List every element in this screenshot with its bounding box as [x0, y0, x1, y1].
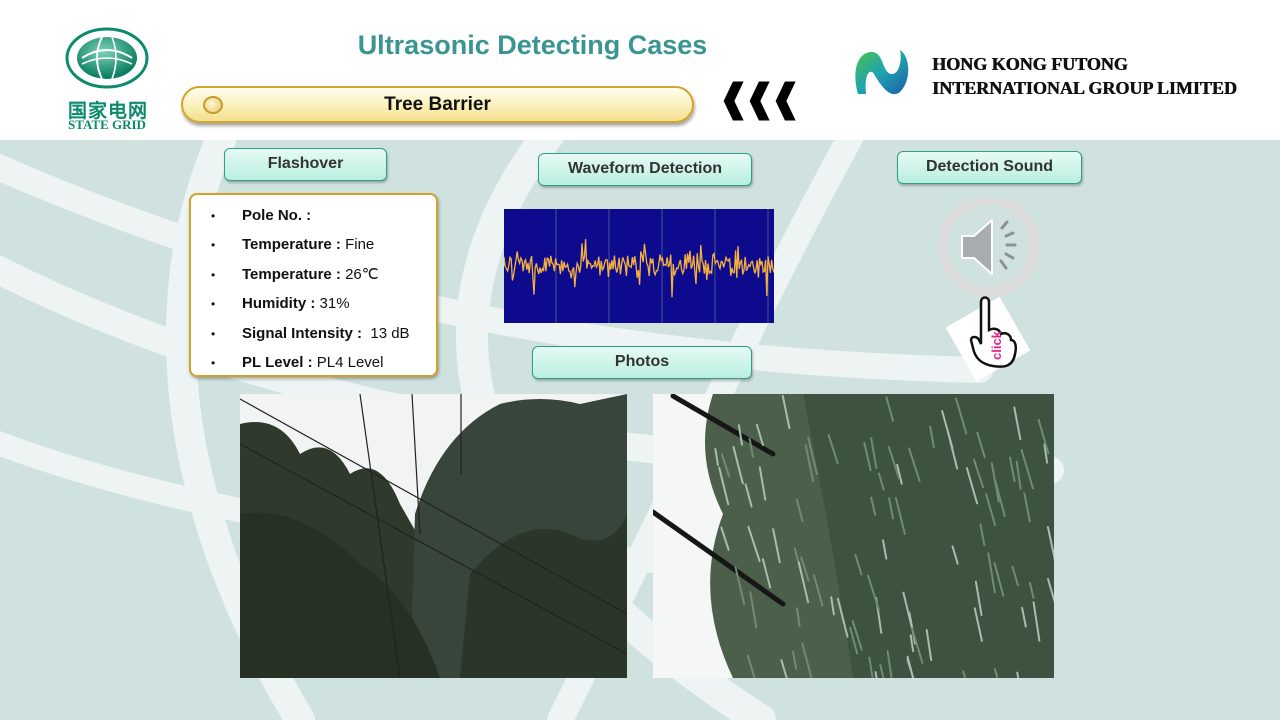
info-temperature: • Temperature : 26℃ [211, 265, 379, 283]
tab-flashover[interactable]: Flashover [224, 148, 387, 181]
case-info-panel: • Pole No. : • Temperature : Fine • Tempera… [189, 193, 438, 377]
tab-photos[interactable]: Photos [532, 346, 752, 379]
tab-detection-sound[interactable]: Detection Sound [897, 151, 1082, 184]
futong-name-line2: INTERNATIONAL GROUP LIMITED [932, 78, 1237, 98]
info-label: Pole No. : [242, 207, 312, 224]
info-value: 31% [315, 295, 350, 313]
info-pl-level: • PL Level : PL4 Level [211, 353, 384, 371]
info-weather: • Temperature : Fine [211, 236, 375, 254]
info-value: PL4 Level [312, 353, 384, 371]
info-signal-intensity: • Signal Intensity : 13 dB [211, 324, 410, 342]
info-value: Fine [340, 236, 375, 254]
click-label: click [989, 330, 1004, 360]
futong-name-line1: HONG KONG FUTONG [932, 54, 1128, 74]
page-title: Ultrasonic Detecting Cases [357, 30, 708, 60]
case-title-bar: Tree Barrier [181, 86, 694, 123]
speaker-icon[interactable] [934, 198, 1044, 298]
info-humidity: • Humidity : 31% [211, 295, 350, 313]
info-pole-no: • Pole No. : [211, 207, 312, 224]
triple-chevron-left-icon[interactable] [718, 78, 800, 124]
info-label: Humidity : [242, 295, 316, 313]
info-label: Signal Intensity : [242, 324, 363, 342]
waveform-plot [504, 209, 774, 323]
case-title: Tree Barrier [384, 94, 491, 115]
photo-willow-closeup[interactable] [653, 394, 1054, 678]
futong-company-name: HONG KONG FUTONG INTERNATIONAL GROUP LIM… [932, 52, 1237, 100]
info-value: 26℃ [340, 265, 379, 283]
info-label: PL Level : [242, 353, 313, 371]
info-label: Temperature : [242, 265, 341, 283]
info-label: Temperature : [242, 236, 341, 254]
tab-waveform-detection[interactable]: Waveform Detection [538, 153, 752, 186]
info-value: 13 dB [362, 324, 410, 342]
state-grid-english-name: STATE GRID [68, 117, 146, 132]
case-info-list: • Pole No. : • Temperature : Fine • Tempera… [211, 201, 410, 377]
photo-trees-power-lines[interactable] [240, 394, 627, 678]
hand-click-icon[interactable]: click [943, 294, 1039, 386]
futong-logo-icon [855, 50, 909, 95]
